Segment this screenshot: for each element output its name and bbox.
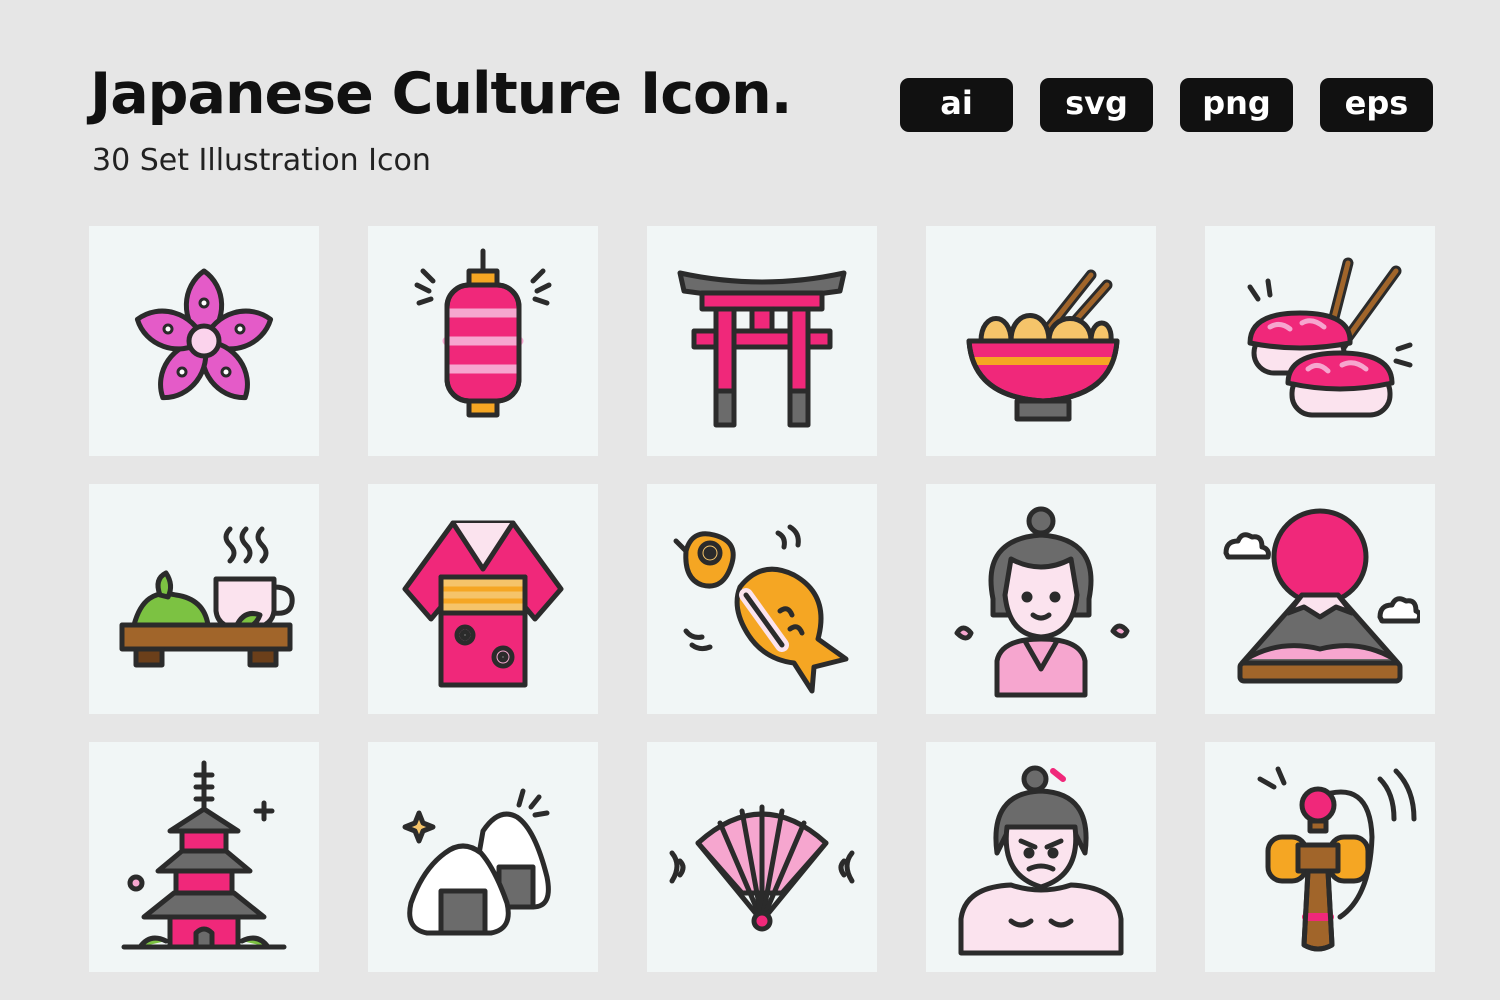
- pagoda-icon: [121, 760, 287, 950]
- format-badge-ai: ai: [900, 78, 1013, 132]
- icon-tile: [89, 226, 319, 456]
- sakura-flower-icon: [134, 268, 274, 401]
- format-badge-eps: eps: [1320, 78, 1433, 132]
- icon-tile: [926, 226, 1156, 456]
- green-tea-icon: [119, 526, 295, 668]
- sushi-chopsticks-icon: [1247, 257, 1413, 418]
- kimono-icon: [402, 520, 564, 688]
- onigiri-icon: [402, 788, 551, 936]
- page-title: Japanese Culture Icon.: [90, 61, 792, 127]
- ramen-bowl-icon: [966, 269, 1120, 422]
- sumo-wrestler-icon: [958, 765, 1124, 956]
- icon-tile: [647, 742, 877, 972]
- icon-tile: [368, 742, 598, 972]
- geisha-icon: [954, 506, 1130, 698]
- icon-tile: [926, 742, 1156, 972]
- folding-fan-icon: [669, 804, 855, 932]
- icon-tile: [926, 484, 1156, 714]
- icon-tile: [368, 226, 598, 456]
- mount-fuji-icon: [1223, 508, 1420, 684]
- icon-tile: [368, 484, 598, 714]
- icon-tile: [1205, 742, 1435, 972]
- icon-tile: [647, 226, 877, 456]
- paper-lantern-icon: [414, 248, 552, 418]
- taiyaki-icon: [673, 524, 849, 694]
- icon-tile: [89, 742, 319, 972]
- icon-grid: [89, 226, 1435, 972]
- torii-gate-icon: [677, 270, 847, 428]
- icon-tile: [647, 484, 877, 714]
- kendama-icon: [1257, 766, 1417, 952]
- icon-tile: [1205, 484, 1435, 714]
- icon-tile: [1205, 226, 1435, 456]
- format-badges: ai svg png eps: [900, 78, 1433, 132]
- icon-tile: [89, 484, 319, 714]
- format-badge-svg: svg: [1040, 78, 1153, 132]
- page-subtitle: 30 Set Illustration Icon: [92, 143, 431, 178]
- format-badge-png: png: [1180, 78, 1293, 132]
